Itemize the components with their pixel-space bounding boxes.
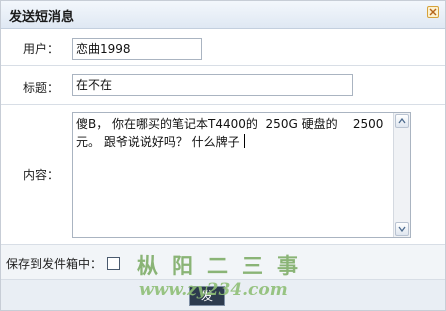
user-input[interactable]: 恋曲1998 (72, 38, 202, 60)
content-row: 内容： 傻B， 你在哪买的笔记本T4400的 250G 硬盘的 2500 元。 … (1, 105, 445, 244)
content-text: 傻B， 你在哪买的笔记本T4400的 250G 硬盘的 2500 元。 跟爷说说… (76, 115, 391, 151)
textarea-scrollbar[interactable] (393, 113, 410, 237)
save-to-outbox-checkbox[interactable] (107, 257, 120, 270)
subject-row: 标题： 在不在 (1, 66, 445, 105)
subject-label: 标题： (22, 81, 59, 95)
dialog-title: 发送短消息 (9, 10, 75, 25)
subject-input[interactable]: 在不在 (72, 74, 353, 96)
watermark-text: 枞阳二三事 (137, 253, 312, 278)
content-textarea[interactable]: 傻B， 你在哪买的笔记本T4400的 250G 硬盘的 2500 元。 跟爷说说… (72, 112, 411, 238)
save-to-outbox-label: 保存到发件箱中： (6, 257, 103, 271)
dialog-titlebar: 发送短消息 (1, 1, 445, 29)
close-icon[interactable] (427, 6, 439, 18)
watermark-url: www.zy234.com (139, 280, 288, 300)
content-value: 傻B， 你在哪买的笔记本T4400的 250G 硬盘的 2500 元。 跟爷说说… (76, 117, 388, 149)
scroll-up-icon[interactable] (395, 114, 409, 128)
user-row: 用户： 恋曲1998 (1, 29, 445, 66)
user-label: 用户： (22, 42, 59, 56)
scroll-down-icon[interactable] (395, 222, 409, 236)
send-message-dialog: 发送短消息 用户： 恋曲1998 标题： 在不在 内容： 傻B， 你在哪买的笔记… (0, 0, 446, 311)
text-caret (243, 134, 245, 148)
content-label: 内容： (22, 168, 59, 182)
